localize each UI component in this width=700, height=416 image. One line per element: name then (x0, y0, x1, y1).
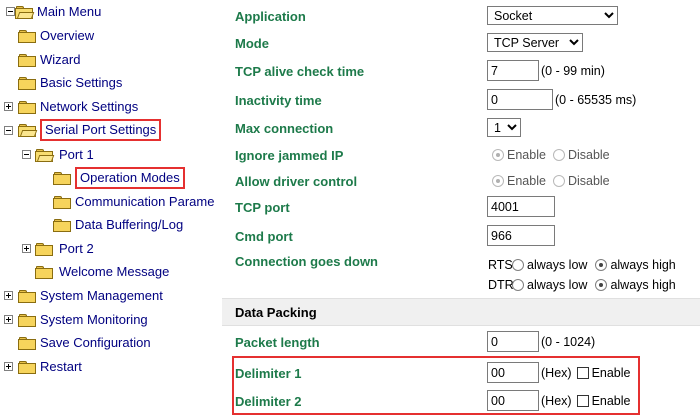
tree-item-restart[interactable]: Restart (18, 358, 82, 376)
tcp-alive-input[interactable] (487, 60, 539, 81)
max-connection-label: Max connection (235, 121, 334, 136)
folder-icon (18, 313, 36, 327)
tree-item-operation-modes[interactable]: Operation Modes (53, 167, 185, 189)
folder-icon (18, 76, 36, 90)
tree-item-save-configuration[interactable]: Save Configuration (18, 334, 151, 352)
tcp-alive-hint: (0 - 99 min) (541, 63, 605, 78)
folder-open-icon (18, 123, 38, 137)
data-packing-section: Data Packing (222, 298, 700, 326)
tree-item-basic-settings[interactable]: Basic Settings (18, 74, 122, 92)
cmd-port-row: Cmd port (222, 225, 700, 249)
tree-item-main-menu[interactable]: Main Menu (15, 3, 101, 21)
inactivity-label: Inactivity time (235, 93, 322, 108)
ignore-jammed-label: Ignore jammed IP (235, 148, 344, 163)
tree-item-port2[interactable]: Port 2 (35, 240, 94, 258)
expand-icon[interactable] (4, 291, 13, 300)
max-connection-row: Max connection 1 (222, 118, 700, 140)
folder-icon (18, 100, 36, 114)
application-label: Application (235, 9, 306, 24)
folder-icon (53, 195, 71, 209)
tcp-alive-row: TCP alive check time (0 - 99 min) (222, 60, 700, 84)
dtr-always-low-radio[interactable] (512, 279, 524, 291)
dtr-always-high-radio[interactable] (595, 279, 608, 291)
tree-item-communication-parameters[interactable]: Communication Parame (53, 193, 214, 211)
tree-item-data-buffering[interactable]: Data Buffering/Log (53, 216, 183, 234)
tree-item-serial-port-settings[interactable]: Serial Port Settings (18, 119, 162, 141)
folder-icon (53, 218, 71, 232)
max-connection-select[interactable]: 1 (487, 118, 521, 137)
allow-driver-label: Allow driver control (235, 174, 358, 189)
expand-icon[interactable] (22, 244, 31, 253)
tree-item-port1[interactable]: Port 1 (35, 146, 94, 164)
folder-open-icon (35, 148, 55, 162)
settings-form: Application Socket Mode TCP Server TCP a… (222, 0, 700, 416)
tree-item-system-management[interactable]: System Management (18, 287, 163, 305)
tcp-port-input[interactable] (487, 196, 555, 217)
connection-down-row: Connection goes down RTS always low alwa… (235, 254, 676, 292)
collapse-icon[interactable] (4, 126, 13, 135)
ignore-jammed-row: Ignore jammed IP Enable Disable (235, 148, 610, 163)
tcp-alive-label: TCP alive check time (235, 64, 365, 79)
rts-label: RTS (488, 258, 513, 272)
packet-length-row: Packet length (0 - 1024) (222, 331, 700, 355)
tcp-port-label: TCP port (235, 200, 290, 215)
allow-driver-enable-radio[interactable] (492, 175, 504, 187)
rts-always-high-radio[interactable] (595, 259, 608, 271)
mode-select[interactable]: TCP Server (487, 33, 583, 52)
expand-icon[interactable] (4, 315, 13, 324)
packet-length-label: Packet length (235, 335, 320, 350)
tree-item-wizard[interactable]: Wizard (18, 51, 80, 69)
tcp-port-row: TCP port (222, 196, 700, 220)
folder-icon (35, 242, 53, 256)
tree-item-welcome-message[interactable]: Welcome Message (35, 263, 169, 281)
application-select[interactable]: Socket (487, 6, 618, 25)
folder-icon (35, 265, 53, 279)
connection-down-label: Connection goes down (235, 254, 378, 269)
allow-driver-row: Allow driver control Enable Disable (235, 174, 610, 189)
expand-icon[interactable] (4, 102, 13, 111)
packet-length-input[interactable] (487, 331, 539, 352)
folder-icon (18, 336, 36, 350)
tree-item-overview[interactable]: Overview (18, 27, 94, 45)
cmd-port-label: Cmd port (235, 229, 293, 244)
folder-icon (18, 289, 36, 303)
tree-item-system-monitoring[interactable]: System Monitoring (18, 311, 148, 329)
rts-always-low-radio[interactable] (512, 259, 524, 271)
tree-item-network-settings[interactable]: Network Settings (18, 98, 138, 116)
packet-length-hint: (0 - 1024) (541, 334, 596, 349)
data-packing-heading: Data Packing (235, 305, 317, 320)
allow-driver-disable-radio[interactable] (552, 175, 565, 187)
delimiter-highlight-box (232, 356, 640, 415)
folder-open-icon (15, 5, 35, 19)
mode-label: Mode (235, 36, 269, 51)
collapse-icon[interactable] (6, 7, 15, 16)
folder-icon (53, 171, 71, 185)
folder-icon (18, 29, 36, 43)
navigation-tree: Main Menu Overview Wizard Basic Settings… (0, 0, 214, 416)
dtr-label: DTR (488, 278, 514, 292)
collapse-icon[interactable] (22, 150, 31, 159)
mode-row: Mode TCP Server (222, 33, 700, 55)
ignore-jammed-enable-radio[interactable] (492, 149, 504, 161)
inactivity-hint: (0 - 65535 ms) (555, 92, 637, 107)
ignore-jammed-disable-radio[interactable] (552, 149, 565, 161)
inactivity-input[interactable] (487, 89, 553, 110)
folder-icon (18, 53, 36, 67)
folder-icon (18, 360, 36, 374)
inactivity-row: Inactivity time (0 - 65535 ms) (222, 89, 700, 113)
application-row: Application Socket (222, 6, 700, 28)
expand-icon[interactable] (4, 362, 13, 371)
cmd-port-input[interactable] (487, 225, 555, 246)
